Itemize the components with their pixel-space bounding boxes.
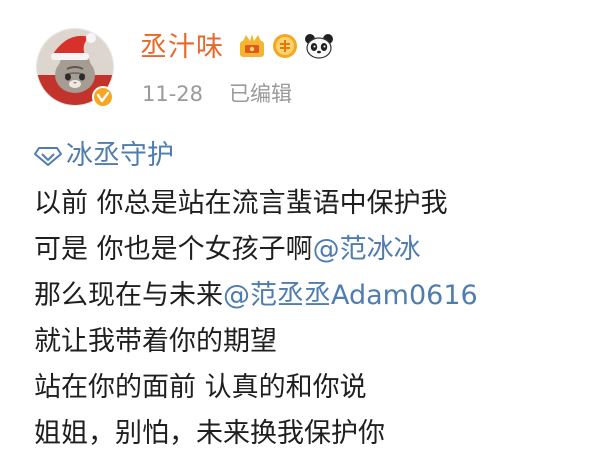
content-text: 可是 你也是个女孩子啊 [34,234,313,265]
user-badges [238,32,334,64]
panda-icon[interactable] [304,33,334,63]
post-timestamp: 11-28 [142,82,204,106]
crown-level-icon[interactable] [238,33,266,63]
post-content: 以前 你总是站在流言蜚语中保护我 可是 你也是个女孩子啊@范冰冰 那么现在与未来… [34,181,594,457]
mention-link[interactable]: @范冰冰 [313,234,421,265]
bottom-fade [0,454,600,472]
fan-badge-icon[interactable] [272,33,298,63]
content-text: 姐姐，别怕，未来换我保护你 [34,418,385,449]
content-text: 以前 你总是站在流言蜚语中保护我 [34,188,448,219]
content-line: 姐姐，别怕，未来换我保护你 [34,411,594,457]
topic-link[interactable]: 冰丞守护 [34,138,174,174]
content-line: 可是 你也是个女孩子啊@范冰冰 [34,227,594,273]
mention-link[interactable]: @范丞丞Adam0616 [223,280,478,311]
username[interactable]: 丞汁味 [140,28,224,68]
edited-label: 已编辑 [229,82,293,106]
content-text: 站在你的面前 认真的和你说 [34,372,367,403]
weibo-post: 丞汁味 11-28 已编辑 冰丞守护 以前 你总是站在流言蜚语中保护我 可是 你… [0,0,600,472]
content-text: 那么现在与未来 [34,280,223,311]
verified-badge-icon [92,86,114,108]
content-line: 那么现在与未来@范丞丞Adam0616 [34,273,594,319]
content-line: 以前 你总是站在流言蜚语中保护我 [34,181,594,227]
diamond-topic-icon [34,147,62,166]
post-meta: 11-28 已编辑 [142,78,292,110]
content-line: 站在你的面前 认真的和你说 [34,365,594,411]
avatar-container[interactable] [36,28,116,108]
content-text: 就让我带着你的期望 [34,326,277,357]
topic-label: 冰丞守护 [66,140,174,171]
content-line: 就让我带着你的期望 [34,319,594,365]
